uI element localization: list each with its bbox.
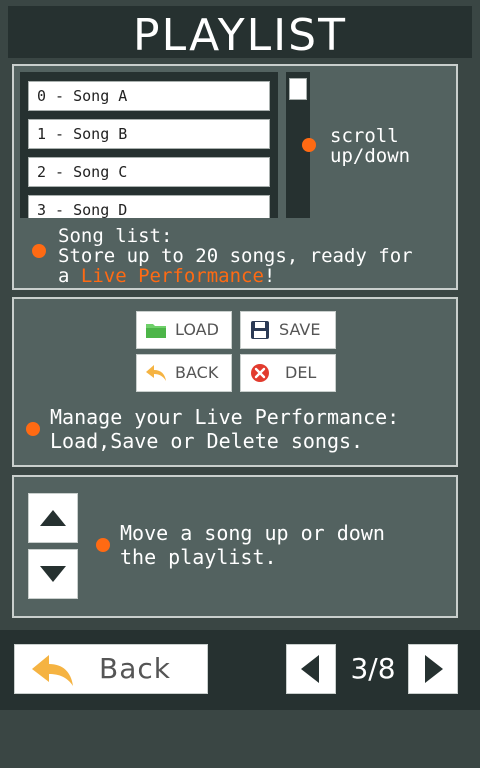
save-button[interactable]: SAVE xyxy=(240,311,336,349)
bullet-dot xyxy=(96,538,110,552)
scroll-hint-text: scroll up/down xyxy=(330,125,411,167)
scrollbar-thumb[interactable] xyxy=(289,78,307,100)
next-page-button[interactable] xyxy=(408,644,458,694)
page-indicator: 3/8 xyxy=(350,652,396,685)
triangle-left-icon xyxy=(301,655,319,683)
bullet-dot xyxy=(302,138,316,152)
move-up-button[interactable] xyxy=(28,493,78,543)
load-label: LOAD xyxy=(175,320,219,339)
bullet-dot xyxy=(26,422,40,436)
previous-page-button[interactable] xyxy=(286,644,336,694)
list-item[interactable]: 2 - Song C xyxy=(28,157,270,187)
song-list-note-prefix: a xyxy=(58,265,81,287)
title-bar: PLAYLIST xyxy=(8,6,472,61)
del-label: DEL xyxy=(285,363,317,382)
list-item[interactable]: 1 - Song B xyxy=(28,119,270,149)
list-item[interactable]: 0 - Song A xyxy=(28,81,270,111)
song-list-note-line1: Song list: xyxy=(58,225,173,247)
triangle-up-icon xyxy=(40,510,66,526)
back-arrow-icon xyxy=(32,655,73,686)
song-list-note-line2: Store up to 20 songs, ready for xyxy=(58,245,413,267)
back-arrow-icon xyxy=(146,365,166,381)
back-button[interactable]: BACK xyxy=(136,354,232,392)
footer-back-button[interactable]: Back xyxy=(14,644,208,694)
move-panel: Move a song up or down the playlist. xyxy=(12,475,458,618)
floppy-disk-icon xyxy=(251,321,269,339)
load-button[interactable]: LOAD xyxy=(136,311,232,349)
bullet-dot xyxy=(32,244,46,258)
manage-panel: LOAD SAVE BACK DEL Manage your Live Perf… xyxy=(12,297,458,467)
song-list-panel: 0 - Song A 1 - Song B 2 - Song C 3 - Son… xyxy=(12,64,458,290)
live-performance-highlight: Live Performance xyxy=(80,265,264,287)
song-list-note-line3: a Live Performance! xyxy=(58,266,275,286)
triangle-right-icon xyxy=(425,655,443,683)
move-down-button[interactable] xyxy=(28,549,78,599)
move-note: Move a song up or down the playlist. xyxy=(120,521,385,569)
footer-back-label: Back xyxy=(99,652,171,685)
delete-button[interactable]: DEL xyxy=(240,354,336,392)
page-title: PLAYLIST xyxy=(133,10,347,61)
song-list[interactable]: 0 - Song A 1 - Song B 2 - Song C 3 - Son… xyxy=(20,72,278,218)
manage-note: Manage your Live Performance: Load,Save … xyxy=(50,405,400,453)
delete-x-icon xyxy=(251,364,269,382)
folder-icon xyxy=(146,324,166,338)
song-list-note-suffix: ! xyxy=(263,265,276,287)
list-item[interactable]: 3 - Song D xyxy=(28,195,270,218)
back-label: BACK xyxy=(175,363,219,382)
triangle-down-icon xyxy=(40,566,66,582)
save-label: SAVE xyxy=(279,320,321,339)
